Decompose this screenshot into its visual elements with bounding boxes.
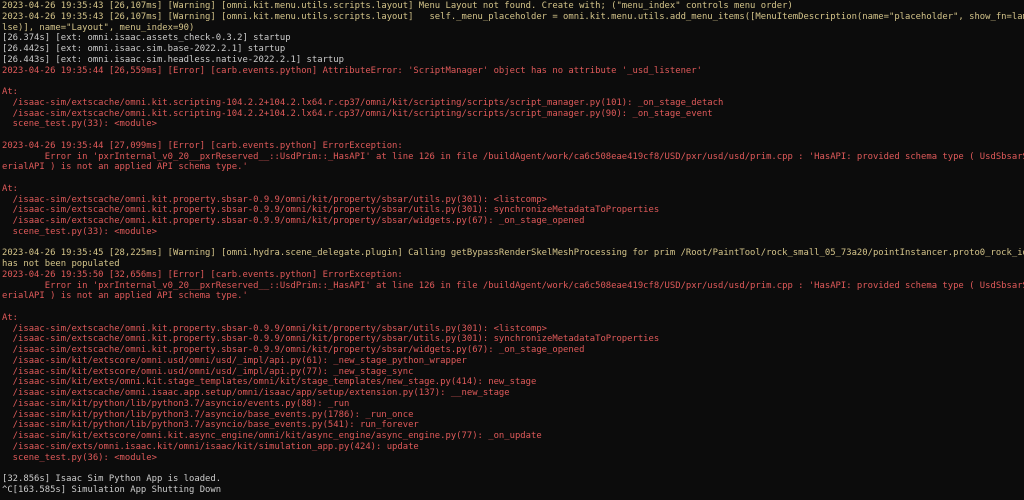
terminal-line: erialAPI ) is not an applied API schema … [2, 162, 248, 173]
terminal-line: /isaac-sim/kit/python/lib/python3.7/asyn… [2, 420, 419, 431]
terminal-line: scene_test.py(36): <module> [2, 452, 157, 463]
terminal-line: scene_test.py(33): <module> [2, 119, 157, 130]
terminal-line: /isaac-sim/extscache/omni.isaac.app.setu… [2, 388, 510, 398]
terminal-line: /isaac-sim/kit/python/lib/python3.7/asyn… [2, 398, 350, 409]
terminal-output[interactable]: 2023-04-26 19:35:43 [26,107ms] [Warning]… [0, 0, 1024, 500]
terminal-line: /isaac-sim/extscache/omni.kit.property.s… [2, 194, 548, 205]
terminal-line: /isaac-sim/kit/extscore/omni.usd/omni/us… [2, 366, 414, 377]
terminal-line: 2023-04-26 19:35:44 [26,559ms] [Error] [… [2, 65, 702, 76]
terminal-line: /isaac-sim/kit/python/lib/python3.7/asyn… [2, 409, 414, 420]
terminal-line: /isaac-sim/kit/exts/omni.kit.stage_templ… [2, 377, 537, 388]
terminal-line: has not been populated [2, 259, 120, 269]
terminal-line: /isaac-sim/extscache/omni.kit.property.s… [2, 216, 585, 226]
terminal-line: /isaac-sim/extscache/omni.kit.scripting-… [2, 108, 713, 119]
terminal-line: /isaac-sim/extscache/omni.kit.property.s… [2, 345, 585, 355]
terminal-line: /isaac-sim/exts/omni.isaac.kit/omni/isaa… [2, 441, 419, 452]
terminal-line: scene_test.py(33): <module> [2, 226, 157, 237]
terminal-line: At: [2, 312, 19, 323]
terminal-line: ^C[163.585s] Simulation App Shutting Dow… [2, 484, 222, 495]
terminal-line: At: [2, 183, 19, 194]
terminal-line: [26.374s] [ext: omni.isaac.assets_check-… [2, 33, 291, 44]
terminal-line: /isaac-sim/kit/extscore/omni.kit.async_e… [2, 431, 542, 441]
terminal-line: /isaac-sim/extscache/omni.kit.property.s… [2, 334, 660, 345]
terminal-line: [32.856s] Isaac Sim Python App is loaded… [2, 474, 222, 484]
terminal-line: /isaac-sim/extscache/omni.kit.property.s… [2, 323, 548, 334]
terminal-line: At: [2, 87, 19, 97]
terminal-line: /isaac-sim/extscache/omni.kit.property.s… [2, 205, 660, 216]
terminal-line: 2023-04-26 19:35:45 [28,225ms] [Warning]… [2, 248, 1024, 259]
terminal-line: [26.443s] [ext: omni.isaac.sim.headless.… [2, 54, 344, 65]
terminal-line: [26.442s] [ext: omni.isaac.sim.base-2022… [2, 44, 286, 54]
terminal-line: 2023-04-26 19:35:43 [26,107ms] [Warning]… [2, 11, 1024, 22]
terminal-line: /isaac-sim/extscache/omni.kit.scripting-… [2, 97, 724, 108]
terminal-line: 2023-04-26 19:35:44 [27,099ms] [Error] [… [2, 140, 403, 151]
terminal-line: /isaac-sim/kit/extscore/omni.usd/omni/us… [2, 355, 467, 366]
terminal-line: 2023-04-26 19:35:50 [32,656ms] [Error] [… [2, 269, 403, 280]
terminal-line: lse)], name="Layout", menu_index=90) [2, 22, 195, 33]
terminal-line: erialAPI ) is not an applied API schema … [2, 291, 248, 302]
terminal-line: Error in 'pxrInternal_v0_20__pxrReserved… [2, 280, 1024, 291]
terminal-line: Error in 'pxrInternal_v0_20__pxrReserved… [2, 151, 1024, 162]
terminal-line: 2023-04-26 19:35:43 [26,107ms] [Warning]… [2, 1, 793, 11]
